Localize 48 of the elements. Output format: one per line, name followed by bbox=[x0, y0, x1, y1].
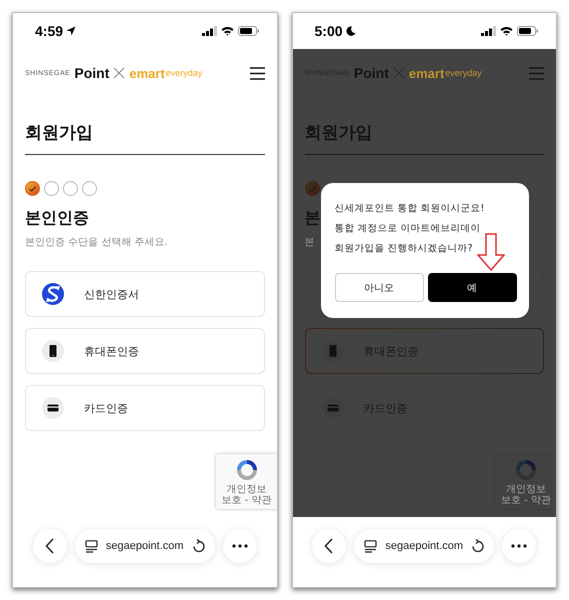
address-bar[interactable]: segaepoint.com bbox=[354, 529, 494, 563]
page-title: 회원가입 bbox=[25, 122, 94, 144]
verification-option[interactable]: 카드인증 bbox=[25, 385, 264, 431]
more-button[interactable] bbox=[222, 529, 257, 563]
everyday-wordmark: everyday bbox=[166, 68, 202, 78]
battery-icon bbox=[517, 26, 538, 36]
cross-icon bbox=[113, 67, 126, 79]
back-button[interactable] bbox=[32, 529, 67, 563]
tabs-icon[interactable] bbox=[84, 540, 98, 552]
tabs-icon[interactable] bbox=[364, 540, 378, 552]
chevron-left-icon bbox=[44, 538, 55, 554]
emart-wordmark: emart bbox=[129, 66, 165, 80]
reload-icon[interactable] bbox=[471, 539, 484, 553]
section-subtitle: 본인인증 수단을 선택해 주세요. bbox=[25, 236, 168, 249]
recaptcha-badge[interactable]: 개인정보 보호 - 약관 bbox=[216, 454, 276, 509]
more-dots-icon bbox=[511, 544, 528, 548]
more-button[interactable] bbox=[502, 529, 536, 563]
moon-icon bbox=[346, 26, 356, 36]
menu-icon[interactable] bbox=[250, 66, 264, 80]
down-arrow-annotation bbox=[476, 233, 504, 271]
more-dots-icon bbox=[232, 544, 248, 548]
address-bar[interactable]: segaepoint.com bbox=[74, 529, 215, 563]
back-button[interactable] bbox=[312, 529, 346, 563]
credit-card-icon bbox=[42, 397, 64, 419]
wifi-icon bbox=[220, 26, 234, 36]
confirm-button[interactable]: 예 bbox=[428, 273, 516, 302]
chevron-left-icon bbox=[324, 538, 334, 554]
battery-icon bbox=[238, 26, 258, 36]
wifi-icon bbox=[500, 26, 513, 36]
reload-icon[interactable] bbox=[192, 539, 205, 553]
signal-icon bbox=[481, 26, 496, 36]
dialog-message-line: 통합 계정으로 이마트에브리데이 bbox=[334, 222, 481, 236]
shinhan-logo-icon bbox=[42, 283, 64, 305]
emart-wordmark: emart bbox=[408, 66, 444, 80]
location-arrow-icon bbox=[66, 26, 76, 36]
status-time: 5:00 bbox=[314, 23, 343, 39]
verification-option[interactable]: 휴대폰인증 bbox=[25, 328, 264, 374]
verification-option[interactable]: 신한인증서 bbox=[25, 271, 264, 317]
section-subtitle: 본 bbox=[304, 236, 314, 249]
signal-icon bbox=[202, 26, 216, 36]
everyday-wordmark: everyday bbox=[445, 68, 482, 78]
point-wordmark: Point bbox=[74, 65, 110, 81]
section-title: 본인인증 bbox=[25, 208, 89, 229]
dialog-message-line: 신세계포인트 통합 회원이시군요! bbox=[334, 202, 484, 216]
dialog-message-line: 회원가입을 진행하시겠습니까? bbox=[334, 242, 473, 256]
cancel-button[interactable]: 아니오 bbox=[334, 273, 424, 302]
phone-icon bbox=[42, 340, 64, 362]
status-time: 4:59 bbox=[35, 23, 64, 39]
